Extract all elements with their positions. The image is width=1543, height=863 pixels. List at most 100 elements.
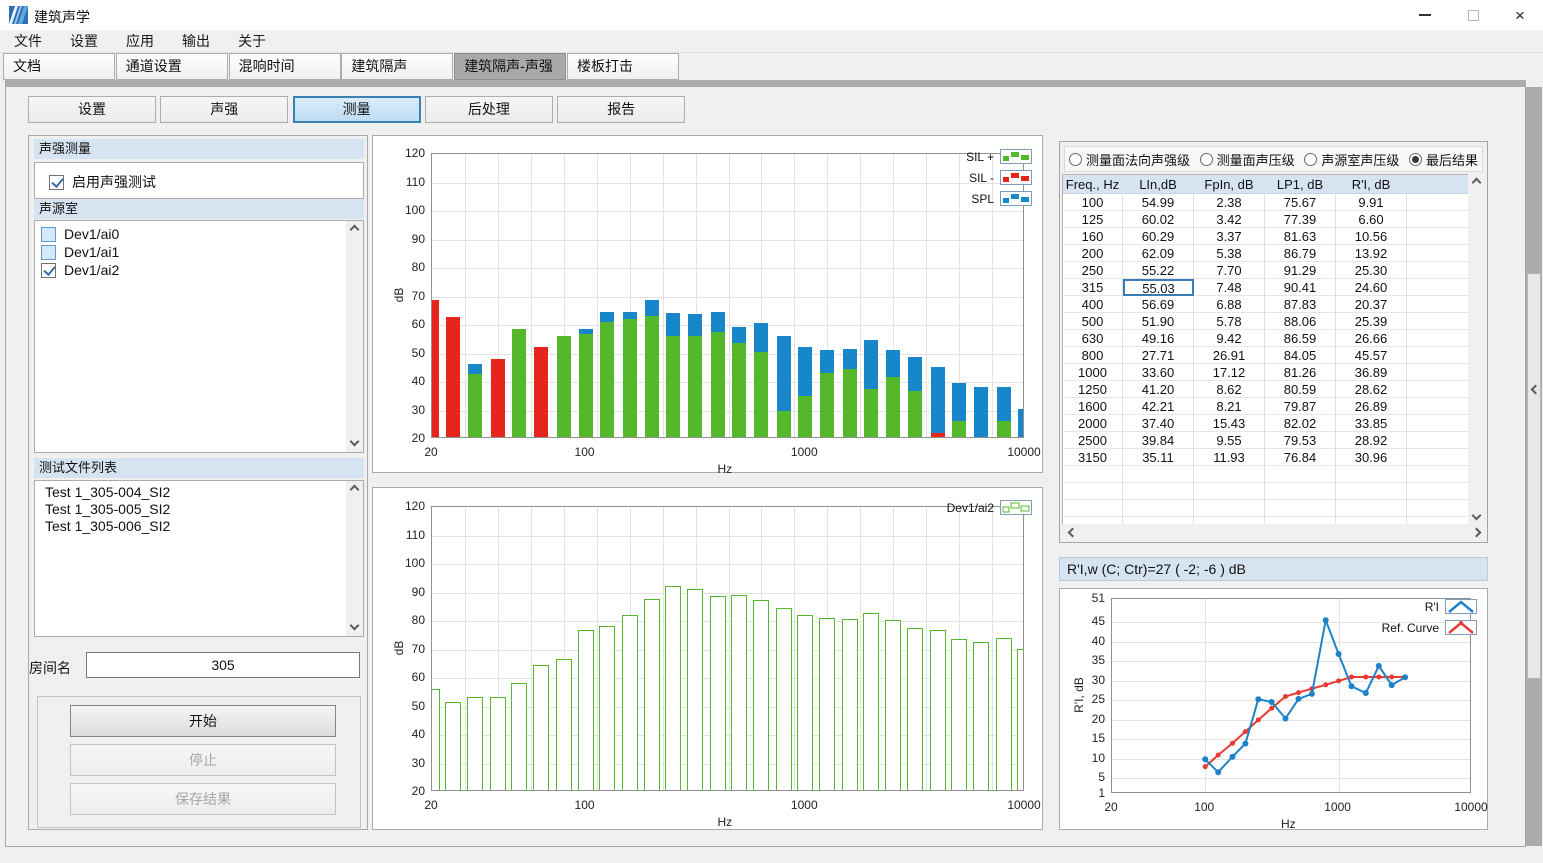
table-cell[interactable]: 10.56: [1336, 228, 1407, 245]
table-cell[interactable]: 60.29: [1123, 228, 1194, 245]
file-item-0[interactable]: Test 1_305-004_SI2: [35, 484, 363, 501]
tab-item-5[interactable]: 楼板打击: [567, 53, 679, 80]
channel-item-1[interactable]: Dev1/ai1: [35, 243, 363, 261]
table-cell[interactable]: 81.26: [1265, 364, 1336, 381]
table-cell[interactable]: 91.29: [1265, 262, 1336, 279]
table-cell[interactable]: 160: [1063, 228, 1123, 245]
scroll-right-icon[interactable]: [1470, 524, 1487, 541]
radio-option-3[interactable]: 最后结果: [1409, 150, 1478, 169]
table-cell[interactable]: [1407, 211, 1469, 228]
table-cell[interactable]: 26.66: [1336, 330, 1407, 347]
table-cell[interactable]: 2000: [1063, 415, 1123, 432]
table-cell[interactable]: 26.89: [1336, 398, 1407, 415]
table-cell[interactable]: 24.60: [1336, 279, 1407, 296]
radio-unselected-icon[interactable]: [1304, 153, 1317, 166]
table-cell[interactable]: 56.69: [1123, 296, 1194, 313]
table-cell[interactable]: 90.41: [1265, 279, 1336, 296]
table-cell[interactable]: 250: [1063, 262, 1123, 279]
table-cell[interactable]: 75.67: [1265, 194, 1336, 211]
table-cell[interactable]: 315: [1063, 279, 1123, 296]
table-cell[interactable]: 9.42: [1194, 330, 1265, 347]
table-cell[interactable]: 1000: [1063, 364, 1123, 381]
tab-item-3[interactable]: 建筑隔声: [341, 53, 453, 80]
table-cell[interactable]: 1600: [1063, 398, 1123, 415]
table-cell[interactable]: 35.11: [1123, 449, 1194, 466]
table-cell[interactable]: 17.12: [1194, 364, 1265, 381]
table-cell[interactable]: 630: [1063, 330, 1123, 347]
table-cell[interactable]: 79.87: [1265, 398, 1336, 415]
table-cell[interactable]: [1407, 415, 1469, 432]
channel-list-scrollbar[interactable]: [346, 221, 363, 452]
room-name-input[interactable]: 305: [86, 652, 360, 678]
minimize-button[interactable]: [1402, 0, 1448, 30]
tab-item-1[interactable]: 通道设置: [116, 53, 228, 80]
menu-item-2[interactable]: 应用: [112, 30, 168, 53]
table-cell[interactable]: 37.40: [1123, 415, 1194, 432]
table-cell[interactable]: 39.84: [1123, 432, 1194, 449]
table-cell[interactable]: [1407, 449, 1469, 466]
subtab-4[interactable]: 报告: [557, 96, 685, 123]
table-cell[interactable]: 9.55: [1194, 432, 1265, 449]
table-cell[interactable]: 13.92: [1336, 245, 1407, 262]
table-cell[interactable]: 81.63: [1265, 228, 1336, 245]
subtab-2[interactable]: 测量: [293, 96, 421, 123]
table-cell[interactable]: 86.59: [1265, 330, 1336, 347]
table-cell[interactable]: [1407, 296, 1469, 313]
table-cell[interactable]: 200: [1063, 245, 1123, 262]
file-item-2[interactable]: Test 1_305-006_SI2: [35, 518, 363, 535]
menu-item-0[interactable]: 文件: [0, 30, 56, 53]
channel-checkbox-0[interactable]: [41, 227, 56, 242]
table-cell[interactable]: 25.30: [1336, 262, 1407, 279]
table-cell[interactable]: [1407, 347, 1469, 364]
table-cell[interactable]: 100: [1063, 194, 1123, 211]
scroll-left-icon[interactable]: [1062, 524, 1079, 541]
table-cell[interactable]: 28.92: [1336, 432, 1407, 449]
table-cell[interactable]: 800: [1063, 347, 1123, 364]
table-cell[interactable]: 5.78: [1194, 313, 1265, 330]
menu-item-1[interactable]: 设置: [56, 30, 112, 53]
tab-item-0[interactable]: 文档: [3, 53, 115, 80]
stop-button[interactable]: 停止: [70, 744, 336, 776]
table-cell[interactable]: 500: [1063, 313, 1123, 330]
table-cell[interactable]: [1407, 364, 1469, 381]
table-cell[interactable]: 25.39: [1336, 313, 1407, 330]
collapse-panel-handle[interactable]: [1527, 273, 1541, 679]
table-cell[interactable]: 400: [1063, 296, 1123, 313]
radio-unselected-icon[interactable]: [1200, 153, 1213, 166]
table-cell[interactable]: 15.43: [1194, 415, 1265, 432]
table-cell[interactable]: 54.99: [1123, 194, 1194, 211]
table-cell[interactable]: 86.79: [1265, 245, 1336, 262]
file-item-1[interactable]: Test 1_305-005_SI2: [35, 501, 363, 518]
table-cell[interactable]: [1407, 279, 1469, 296]
table-cell[interactable]: [1407, 330, 1469, 347]
scroll-up-icon[interactable]: [346, 481, 363, 498]
table-cell[interactable]: [1407, 245, 1469, 262]
channel-checkbox-2[interactable]: [41, 263, 56, 278]
scroll-up-icon[interactable]: [346, 221, 363, 238]
table-cell[interactable]: 80.59: [1265, 381, 1336, 398]
table-cell[interactable]: 36.89: [1336, 364, 1407, 381]
table-cell[interactable]: [1407, 228, 1469, 245]
table-cell[interactable]: 2.38: [1194, 194, 1265, 211]
scroll-down-icon[interactable]: [346, 619, 363, 636]
table-cell[interactable]: 30.96: [1336, 449, 1407, 466]
table-vertical-scrollbar[interactable]: [1468, 174, 1485, 526]
radio-option-1[interactable]: 测量面声压级: [1200, 150, 1295, 169]
radio-selected-icon[interactable]: [1409, 153, 1422, 166]
enable-intensity-checkbox[interactable]: [49, 175, 64, 190]
table-cell[interactable]: 26.91: [1194, 347, 1265, 364]
radio-unselected-icon[interactable]: [1069, 153, 1082, 166]
table-cell[interactable]: [1407, 381, 1469, 398]
scroll-down-icon[interactable]: [346, 435, 363, 452]
table-cell[interactable]: 45.57: [1336, 347, 1407, 364]
table-cell[interactable]: [1407, 313, 1469, 330]
table-cell[interactable]: 33.60: [1123, 364, 1194, 381]
table-cell[interactable]: 41.20: [1123, 381, 1194, 398]
table-horizontal-scrollbar[interactable]: [1062, 524, 1487, 540]
channel-item-0[interactable]: Dev1/ai0: [35, 225, 363, 243]
table-cell[interactable]: 28.62: [1336, 381, 1407, 398]
table-cell[interactable]: 82.02: [1265, 415, 1336, 432]
maximize-button[interactable]: [1450, 0, 1496, 30]
table-cell[interactable]: 8.62: [1194, 381, 1265, 398]
table-cell[interactable]: [1407, 398, 1469, 415]
